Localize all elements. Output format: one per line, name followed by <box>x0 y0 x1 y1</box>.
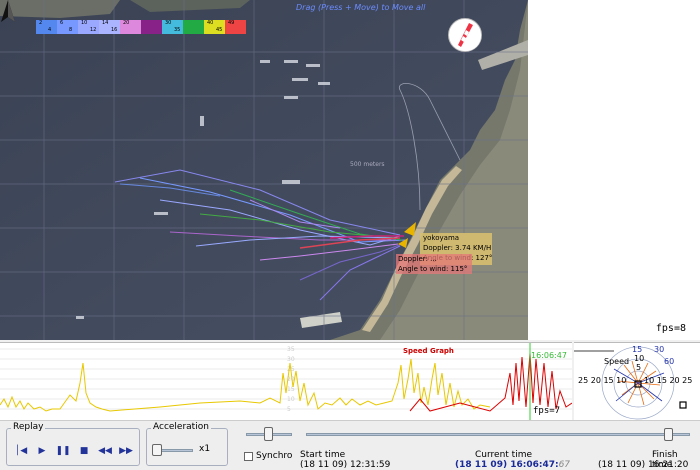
graph-current-time: 16:06:47 <box>531 351 567 360</box>
polar-ring-label: 5 <box>636 363 642 372</box>
svg-text:30: 30 <box>287 356 295 363</box>
speed-graph-canvas: 353025 201510 5 <box>0 343 572 420</box>
speed-graph[interactable]: 35 30 25 20 15 10 5 Speed Graph 16:06:47 fps… <box>0 342 572 420</box>
acceleration-label: Acceleration <box>151 422 211 432</box>
legend-swatch: 49 <box>225 20 246 34</box>
pause-button[interactable]: ❚❚ <box>54 443 72 459</box>
legend-swatch: 20 <box>120 20 141 34</box>
acceleration-group: Acceleration x1 <box>146 422 228 466</box>
legend-swatch <box>183 20 204 34</box>
legend-swatch: 14 16 <box>99 20 120 34</box>
north-arrow-icon <box>1 0 15 22</box>
synchro-checkbox[interactable] <box>244 452 253 461</box>
satellite-map[interactable]: Drag (Press + Move) to Move all 500 mete… <box>0 0 528 340</box>
windsock-icon <box>448 18 482 52</box>
graph-fps: fps=7 <box>533 406 561 416</box>
svg-text:15: 15 <box>287 386 295 393</box>
polar-diagram[interactable]: Speed 15 30 60 10 5 25 20 15 10 10 15 20… <box>574 342 700 420</box>
drag-hint: Drag (Press + Move) to Move all <box>296 3 426 12</box>
timeline-slider-thumb[interactable] <box>664 428 673 441</box>
polar-ring-label: 30 <box>654 345 665 354</box>
scale-label: 500 meters <box>350 161 385 168</box>
legend-swatch: 30 35 <box>162 20 183 34</box>
tracker-app: Drag (Press + Move) to Move all 500 mete… <box>0 0 700 470</box>
legend-swatch <box>141 20 162 34</box>
start-time-value: (18 11 09) 12:31:59 <box>300 460 391 470</box>
rider-info-popup-secondary: Doppler: ... Angle to wind: 115° <box>396 254 472 274</box>
polar-speed-label: Speed <box>604 357 630 366</box>
polar-ring-label: 15 <box>632 345 643 354</box>
rider-name: yokoyama <box>423 234 460 242</box>
zoom-slider-thumb[interactable] <box>264 427 273 441</box>
polar-ring-label: 10 <box>634 354 645 363</box>
doppler-speed-2: Doppler: ... <box>398 255 437 263</box>
legend-swatch: 40 45 <box>204 20 225 34</box>
polar-ring-label: 60 <box>664 357 675 366</box>
replay-group: Replay │◀ ▶ ❚❚ ■ ◀◀ ▶▶ <box>6 422 140 466</box>
speed-legend: 24 68 10 12 14 16 20 30 35 40 45 49 <box>36 20 246 34</box>
stop-button[interactable]: ■ <box>75 443 93 459</box>
side-panel <box>528 0 700 340</box>
current-time-value: (18 11 09) 16:06:47:67 <box>455 460 571 470</box>
timeline-slider[interactable] <box>306 433 690 436</box>
svg-text:10: 10 <box>287 396 295 403</box>
play-button[interactable]: ▶ <box>33 443 51 459</box>
step-back-button[interactable]: ◀◀ <box>96 443 114 459</box>
angle-to-wind-2: Angle to wind: 115° <box>398 265 468 273</box>
legend-swatch: 24 <box>36 20 57 34</box>
start-time-label: Start time <box>300 450 346 460</box>
polar-right-labels: 10 15 20 25 <box>644 376 693 385</box>
step-forward-button[interactable]: ▶▶ <box>117 443 135 459</box>
replay-label: Replay <box>11 422 46 432</box>
svg-text:35: 35 <box>287 346 295 353</box>
map-fps: fps=8 <box>655 323 686 334</box>
finish-time-value: (18 11 09) 16:21:20 <box>598 460 689 470</box>
current-time-ms: 67 <box>558 460 571 470</box>
rewind-button[interactable]: │◀ <box>12 443 30 459</box>
synchro-label: Synchro <box>256 451 293 461</box>
acceleration-value: x1 <box>199 444 211 454</box>
doppler-speed: Doppler: 3.74 KM/H <box>423 244 492 252</box>
acceleration-slider-thumb[interactable] <box>152 444 162 456</box>
current-time-label: Current time <box>475 450 532 460</box>
graph-title: Speed Graph <box>403 347 454 355</box>
polar-left-labels: 25 20 15 10 <box>578 376 627 385</box>
control-bar: Replay │◀ ▶ ❚❚ ■ ◀◀ ▶▶ Acceleration x1 S… <box>0 420 700 470</box>
legend-swatch: 10 12 <box>78 20 99 34</box>
svg-text:5: 5 <box>287 406 291 413</box>
legend-swatch: 68 <box>57 20 78 34</box>
